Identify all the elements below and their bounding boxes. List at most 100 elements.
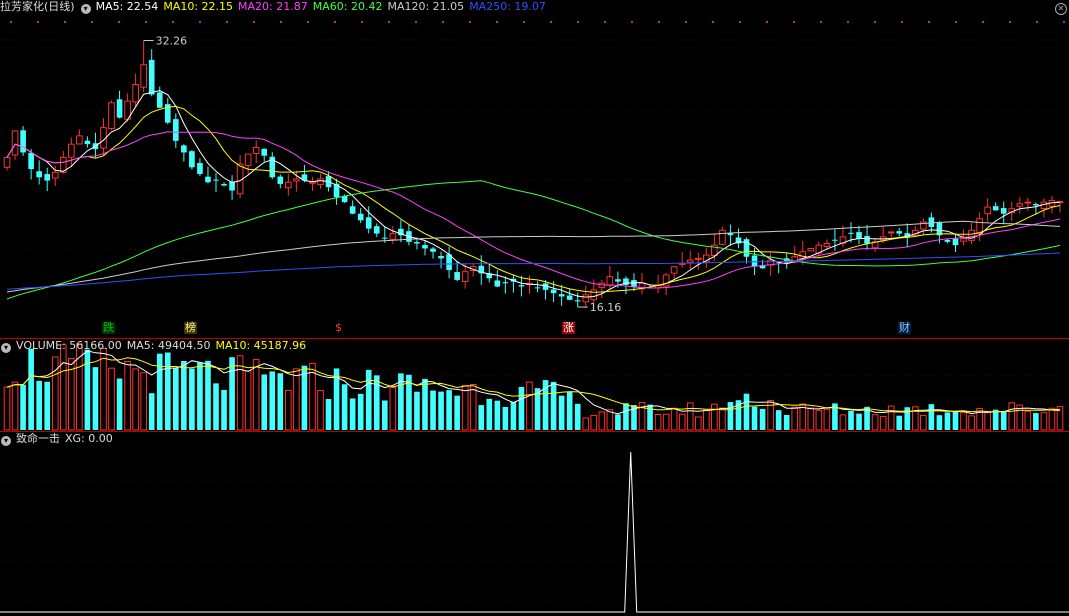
top-dot	[172, 21, 174, 23]
indicator-ma-0: MA5: 22.54	[95, 0, 159, 13]
volume-bar	[189, 368, 195, 430]
stock-title: 拉芳家化(日线)	[0, 0, 75, 13]
volume-bar	[438, 391, 444, 430]
volume-bar	[936, 415, 943, 430]
candle-body	[992, 206, 999, 211]
candle-body	[261, 148, 268, 156]
top-dot	[91, 21, 93, 23]
candle	[807, 247, 815, 252]
signal-menu-icon[interactable]: ▾	[1, 436, 11, 446]
top-dot	[280, 21, 282, 23]
signal-spike-line	[0, 451, 1069, 613]
candle-body	[357, 213, 364, 221]
candle-body	[823, 243, 831, 248]
candle-body	[181, 145, 187, 153]
candle	[518, 275, 525, 297]
indicator-menu-icon[interactable]: ▾	[80, 4, 91, 14]
volume-bar	[615, 414, 621, 430]
candle	[44, 167, 51, 192]
top-dot	[496, 21, 498, 23]
candle	[148, 49, 155, 97]
candle-body	[574, 300, 581, 302]
volume-bar	[590, 414, 598, 431]
volume-bar	[623, 403, 629, 430]
candle	[494, 270, 501, 288]
candle	[1024, 197, 1032, 211]
candle-body	[11, 130, 19, 156]
top-dot	[955, 21, 957, 23]
top-dot	[901, 21, 903, 23]
candle	[164, 98, 171, 125]
volume-bar	[526, 381, 533, 431]
candle-body	[1033, 204, 1039, 206]
volume-bar	[896, 415, 903, 430]
candle	[438, 251, 444, 269]
candle	[189, 150, 195, 170]
candle	[743, 237, 750, 264]
candle	[623, 276, 629, 295]
signal-xg: XG: 0.00	[65, 432, 113, 445]
volume-bar	[422, 378, 428, 430]
volume-bar	[976, 407, 983, 431]
volume-bar	[783, 414, 790, 430]
top-dot	[685, 21, 687, 23]
volume-bar	[317, 389, 324, 431]
candle-body	[156, 92, 163, 108]
event-marker[interactable]: 财	[898, 322, 911, 334]
candle	[244, 153, 252, 175]
volume-bar	[759, 408, 766, 430]
candle-body	[952, 238, 959, 246]
volume-bar	[325, 399, 332, 430]
volume-bar	[928, 404, 935, 430]
candle-body	[848, 232, 854, 234]
candle	[373, 223, 380, 238]
close-icon[interactable]: ✕	[1055, 3, 1067, 15]
candle	[832, 229, 838, 251]
volume-bar	[285, 389, 292, 431]
candle	[213, 172, 219, 193]
volume-bar	[518, 387, 525, 430]
volume-bar	[582, 417, 590, 431]
candle	[285, 173, 292, 196]
volume-bar	[44, 381, 51, 430]
volume-bar	[389, 387, 397, 431]
volume-bar	[124, 361, 131, 431]
event-marker[interactable]: 涨	[562, 322, 575, 334]
indicator-ma-1: MA10: 22.15	[163, 0, 234, 13]
candle-body	[694, 257, 702, 260]
volume-bar	[992, 409, 999, 430]
indicator-ma-4: MA120: 21.05	[387, 0, 465, 13]
top-dot	[523, 21, 525, 23]
top-dot	[982, 21, 984, 23]
top-dot	[631, 21, 633, 23]
volume-bar	[365, 369, 372, 430]
candle-body	[373, 226, 380, 234]
candle-body	[116, 99, 123, 118]
top-dot	[388, 21, 390, 23]
candle	[558, 285, 565, 306]
event-marker[interactable]: 榜	[184, 322, 197, 334]
volume-bar	[486, 398, 493, 430]
event-marker[interactable]: $	[334, 322, 343, 334]
volume-bar	[839, 414, 847, 431]
candle-body	[221, 184, 227, 186]
volume-bar	[156, 353, 163, 430]
volume-bar	[148, 393, 155, 430]
top-dot	[604, 21, 606, 23]
candle	[992, 202, 999, 211]
volume-bar	[775, 410, 782, 430]
volume-menu-icon[interactable]: ▾	[1, 343, 11, 353]
candle-body	[197, 163, 203, 174]
ma60-line	[6, 180, 1061, 300]
candle	[20, 126, 26, 156]
event-marker[interactable]: 跌	[102, 322, 115, 334]
candle	[864, 224, 870, 251]
candle	[887, 231, 895, 239]
top-dot	[37, 21, 39, 23]
top-dot	[226, 21, 228, 23]
candle	[703, 247, 710, 268]
candle-body	[960, 238, 967, 242]
candle	[140, 40, 147, 93]
volume-bar	[510, 401, 517, 430]
candle	[349, 200, 356, 215]
